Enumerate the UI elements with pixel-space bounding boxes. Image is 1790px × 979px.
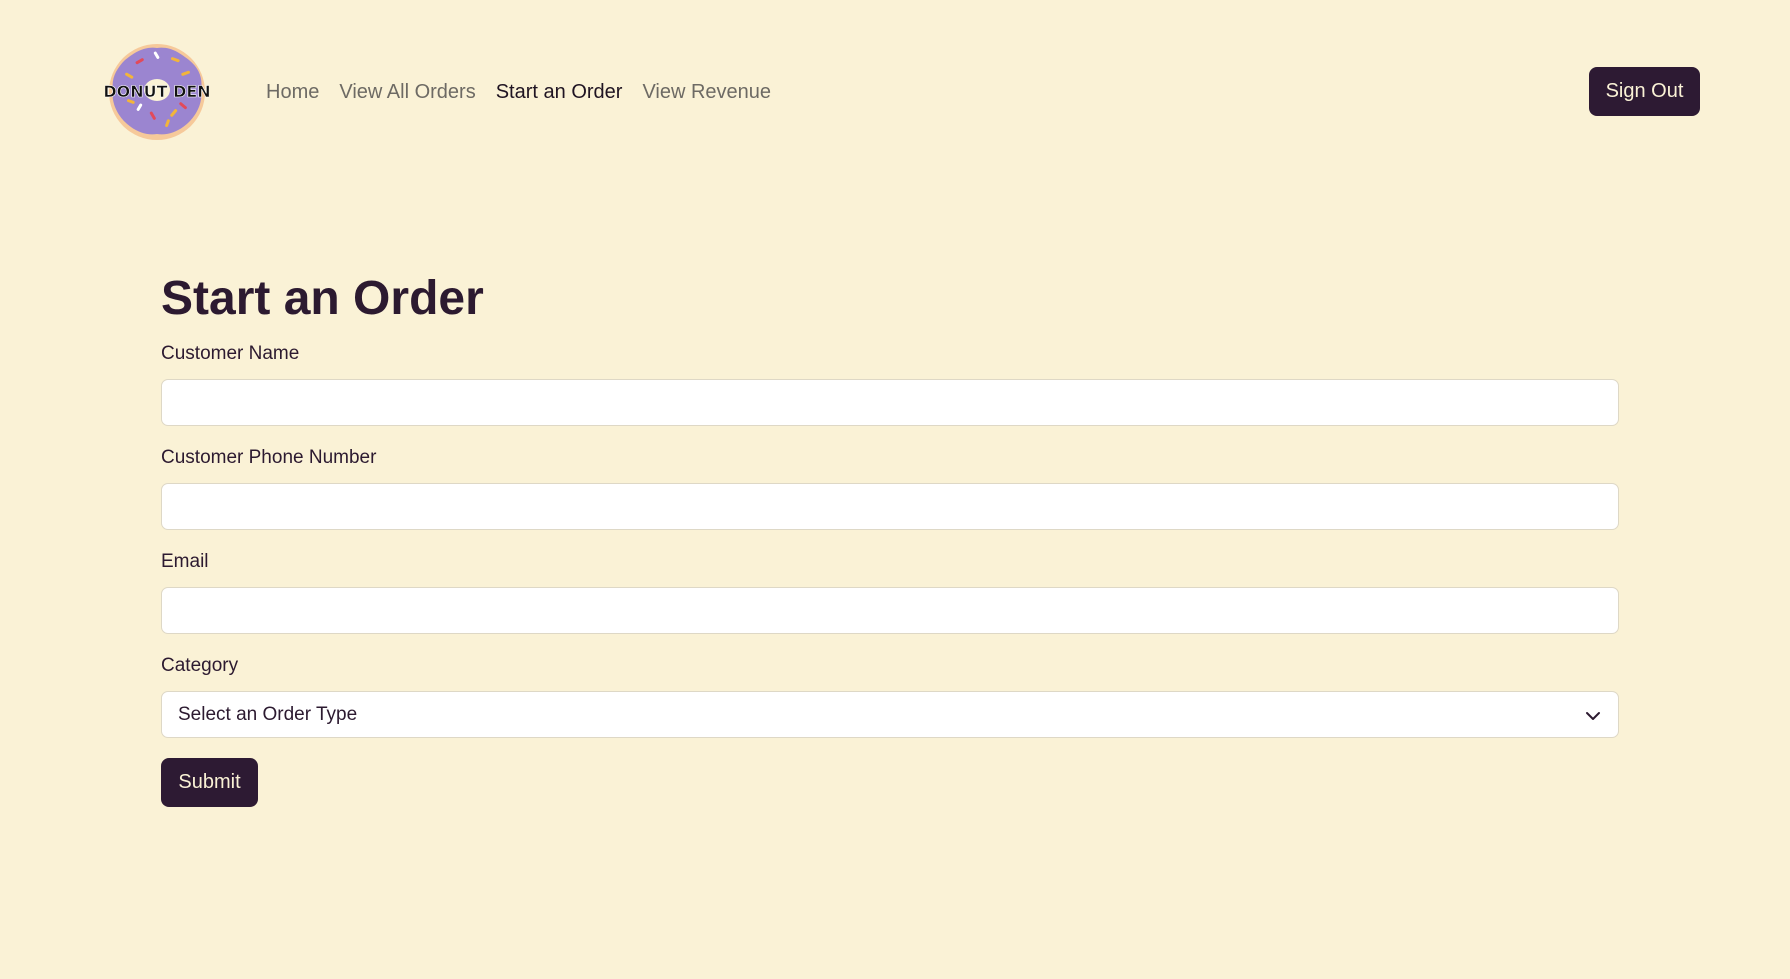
chevron-down-icon xyxy=(1586,712,1600,720)
nav-link-home[interactable]: Home xyxy=(266,78,319,106)
customer-phone-field: Customer Phone Number xyxy=(161,444,1619,530)
nav-link-view-all-orders[interactable]: View All Orders xyxy=(339,78,475,106)
email-field: Email xyxy=(161,548,1619,634)
navbar: DONUT DEN Home View All Orders Start an … xyxy=(0,0,1790,184)
category-label: Category xyxy=(161,655,239,676)
main-nav: Home View All Orders Start an Order View… xyxy=(266,78,791,106)
donut-logo-icon: DONUT DEN xyxy=(103,44,211,140)
nav-link-start-an-order[interactable]: Start an Order xyxy=(496,78,623,106)
nav-link-view-revenue[interactable]: View Revenue xyxy=(642,78,771,106)
customer-name-field: Customer Name xyxy=(161,340,1619,426)
order-type-selected-value: Select an Order Type xyxy=(178,703,358,725)
category-field: Category Select an Order Type xyxy=(161,652,1619,738)
order-type-select[interactable]: Select an Order Type xyxy=(161,691,1619,738)
email-input[interactable] xyxy=(161,587,1619,634)
customer-name-label: Customer Name xyxy=(161,343,300,364)
submit-button[interactable]: Submit xyxy=(161,758,258,807)
customer-phone-label: Customer Phone Number xyxy=(161,447,377,468)
customer-name-input[interactable] xyxy=(161,379,1619,426)
customer-phone-input[interactable] xyxy=(161,483,1619,530)
logo-text: DONUT DEN xyxy=(105,82,209,101)
email-label: Email xyxy=(161,551,209,572)
start-order-form: Start an Order Customer Name Customer Ph… xyxy=(161,262,1619,807)
sign-out-button[interactable]: Sign Out xyxy=(1589,67,1700,116)
donut-den-logo[interactable]: DONUT DEN xyxy=(103,42,211,142)
page-title: Start an Order xyxy=(161,272,484,325)
